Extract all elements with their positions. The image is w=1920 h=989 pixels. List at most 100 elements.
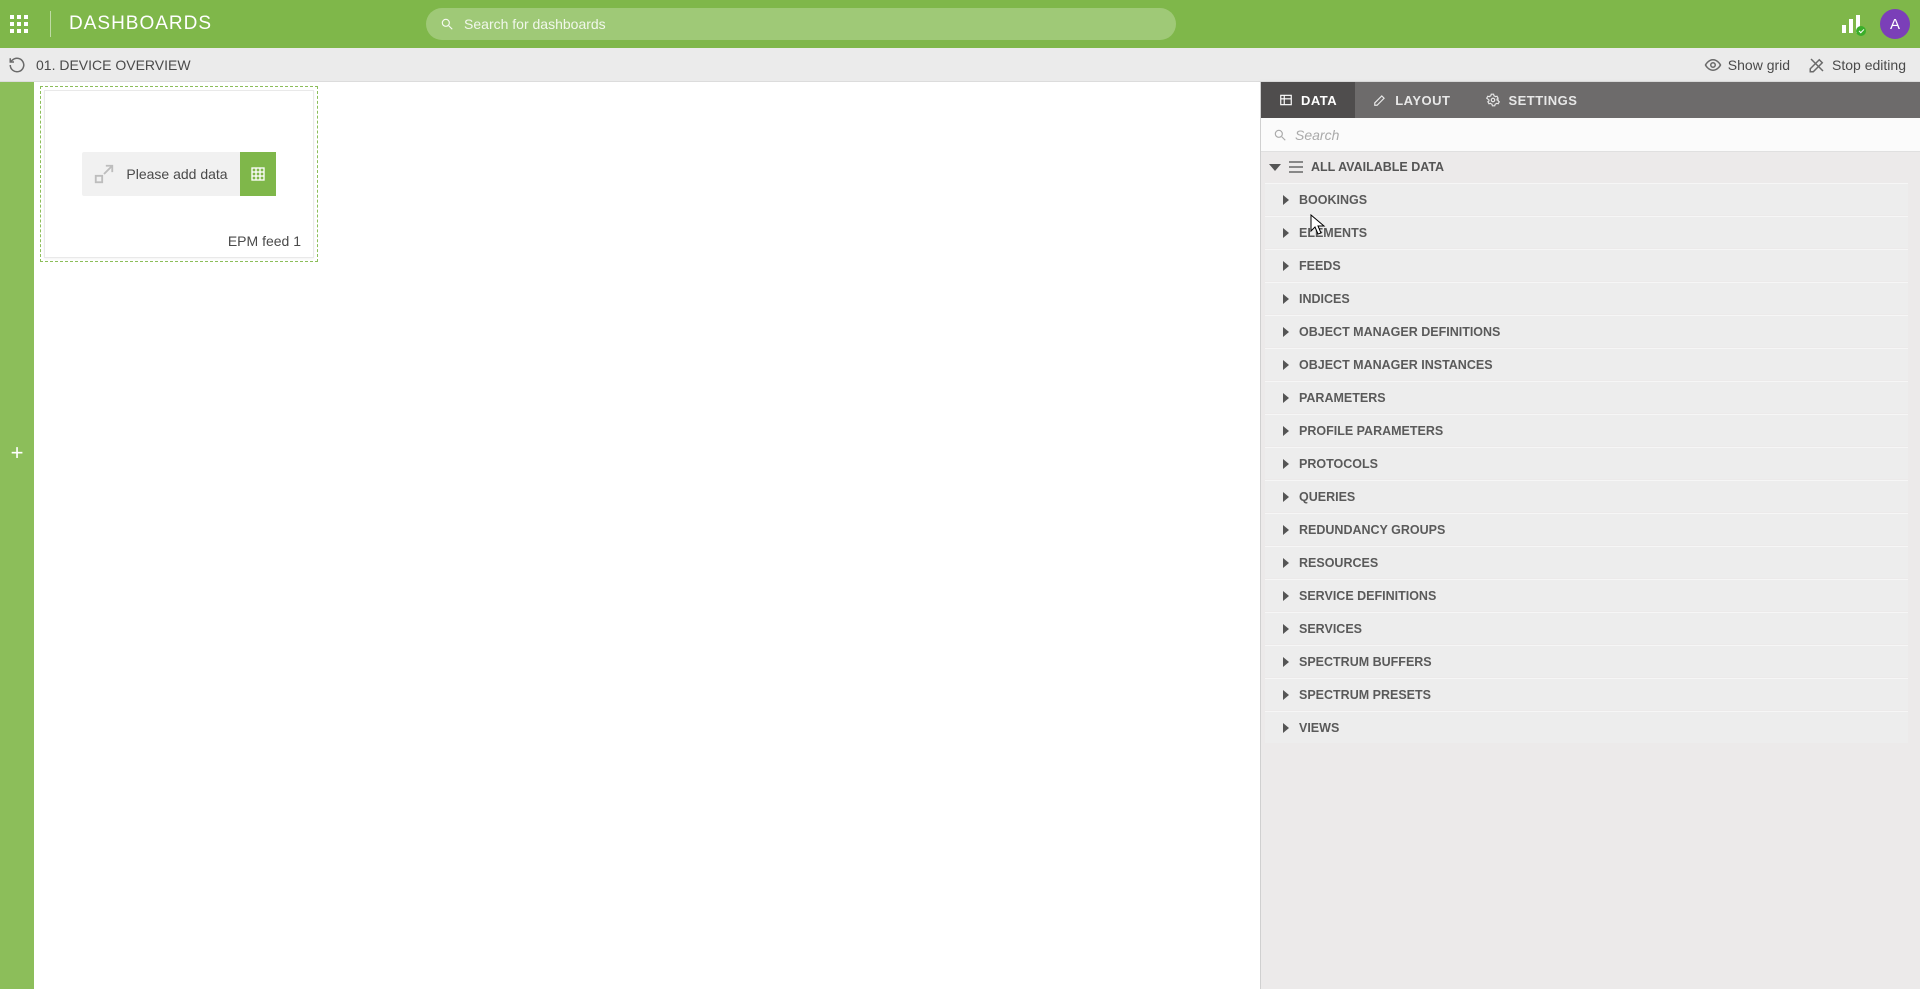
tree-item[interactable]: OBJECT MANAGER DEFINITIONS [1265, 315, 1908, 347]
tree-item-label: SPECTRUM PRESETS [1299, 688, 1431, 702]
tree-item[interactable]: SPECTRUM PRESETS [1265, 678, 1908, 710]
eye-icon [1704, 56, 1722, 74]
chevron-right-icon [1283, 393, 1289, 403]
tree-item[interactable]: OBJECT MANAGER INSTANCES [1265, 348, 1908, 380]
canvas[interactable]: Please add data EPM feed 1 [34, 82, 1260, 989]
stop-editing-button[interactable]: Stop editing [1808, 56, 1906, 74]
tree-item-label: PROTOCOLS [1299, 457, 1378, 471]
search-icon [1273, 128, 1287, 142]
global-search [426, 8, 1176, 40]
panel-search [1261, 118, 1920, 152]
chevron-right-icon [1283, 294, 1289, 304]
data-tree: ALL AVAILABLE DATA BOOKINGS ELEMENTS FEEDS… [1261, 152, 1920, 989]
tab-layout[interactable]: LAYOUT [1355, 82, 1468, 118]
search-icon [440, 17, 454, 31]
add-data-label: Please add data [126, 166, 239, 182]
tree-item[interactable]: FEEDS [1265, 249, 1908, 281]
toolbar: 01. DEVICE OVERVIEW Show grid Stop editi… [0, 48, 1920, 82]
reload-icon[interactable] [8, 56, 26, 74]
tree-item-label: PARAMETERS [1299, 391, 1386, 405]
tab-data[interactable]: DATA [1261, 82, 1355, 118]
tree-item[interactable]: VIEWS [1265, 711, 1908, 743]
tab-data-label: DATA [1301, 93, 1337, 108]
chevron-right-icon [1283, 426, 1289, 436]
chevron-right-icon [1283, 723, 1289, 733]
toolbar-right: Show grid Stop editing [1704, 56, 1912, 74]
tab-layout-label: LAYOUT [1395, 93, 1450, 108]
chevron-right-icon [1283, 195, 1289, 205]
tree-item[interactable]: PARAMETERS [1265, 381, 1908, 413]
search-box[interactable] [426, 8, 1176, 40]
show-grid-button[interactable]: Show grid [1704, 56, 1790, 74]
panel-tabs: DATA LAYOUT SETTINGS [1261, 82, 1920, 118]
left-rail: + [0, 82, 34, 989]
chevron-right-icon [1283, 228, 1289, 238]
tree-item[interactable]: ELEMENTS [1265, 216, 1908, 248]
main: + Please add data E [0, 82, 1920, 989]
chevron-right-icon [1283, 525, 1289, 535]
tree-item-label: SERVICES [1299, 622, 1362, 636]
add-data-pill: Please add data [82, 152, 275, 196]
show-grid-label: Show grid [1728, 57, 1790, 73]
widget-inner: Please add data EPM feed 1 [44, 90, 314, 258]
apps-icon[interactable] [10, 15, 28, 33]
chevron-right-icon [1283, 657, 1289, 667]
tree-item[interactable]: INDICES [1265, 282, 1908, 314]
chevron-down-icon [1269, 164, 1281, 171]
panel-search-input[interactable] [1295, 127, 1908, 143]
dropzone-icon [82, 152, 126, 196]
widget-slot[interactable]: Please add data EPM feed 1 [40, 86, 318, 262]
tree-item-label: ELEMENTS [1299, 226, 1367, 240]
tree-root[interactable]: ALL AVAILABLE DATA [1265, 152, 1908, 182]
tree-item-label: FEEDS [1299, 259, 1341, 273]
check-badge-icon [1856, 26, 1866, 36]
tree-item[interactable]: SERVICE DEFINITIONS [1265, 579, 1908, 611]
user-avatar[interactable]: A [1880, 9, 1910, 39]
tree-item[interactable]: QUERIES [1265, 480, 1908, 512]
stats-icon[interactable] [1842, 15, 1862, 33]
chevron-right-icon [1283, 492, 1289, 502]
chevron-right-icon [1283, 459, 1289, 469]
tab-settings-label: SETTINGS [1508, 93, 1577, 108]
table-icon [1279, 93, 1293, 107]
tree-item-label: PROFILE PARAMETERS [1299, 424, 1443, 438]
header-right: A [1842, 9, 1910, 39]
pencil-icon [1373, 93, 1387, 107]
tree-item[interactable]: SERVICES [1265, 612, 1908, 644]
stop-editing-label: Stop editing [1832, 57, 1906, 73]
chevron-right-icon [1283, 690, 1289, 700]
top-header: DASHBOARDS A [0, 0, 1920, 48]
open-data-button[interactable] [240, 152, 276, 196]
chevron-right-icon [1283, 261, 1289, 271]
tree-item-label: RESOURCES [1299, 556, 1378, 570]
tree-item-label: INDICES [1299, 292, 1350, 306]
tree-item-label: OBJECT MANAGER DEFINITIONS [1299, 325, 1500, 339]
tree-item[interactable]: SPECTRUM BUFFERS [1265, 645, 1908, 677]
dashboard-name: 01. DEVICE OVERVIEW [36, 57, 191, 73]
chevron-right-icon [1283, 360, 1289, 370]
tree-item[interactable]: PROFILE PARAMETERS [1265, 414, 1908, 446]
tree-item[interactable]: BOOKINGS [1265, 183, 1908, 215]
header-divider [50, 11, 51, 37]
tree-item[interactable]: PROTOCOLS [1265, 447, 1908, 479]
widget-caption: EPM feed 1 [228, 233, 301, 249]
right-panel: DATA LAYOUT SETTINGS ALL AVAILABLE DATA … [1260, 82, 1920, 989]
tree-item-label: SERVICE DEFINITIONS [1299, 589, 1436, 603]
tree-item-label: SPECTRUM BUFFERS [1299, 655, 1432, 669]
chevron-right-icon [1283, 624, 1289, 634]
grid-icon [250, 166, 266, 182]
tree-item[interactable]: RESOURCES [1265, 546, 1908, 578]
tree-item-label: VIEWS [1299, 721, 1339, 735]
tree-item-label: QUERIES [1299, 490, 1355, 504]
tree-item-label: REDUNDANCY GROUPS [1299, 523, 1445, 537]
tree-item[interactable]: REDUNDANCY GROUPS [1265, 513, 1908, 545]
pencil-off-icon [1808, 56, 1826, 74]
list-icon [1289, 161, 1303, 173]
chevron-right-icon [1283, 327, 1289, 337]
add-widget-button[interactable]: + [11, 442, 24, 464]
tree-item-label: OBJECT MANAGER INSTANCES [1299, 358, 1493, 372]
tab-settings[interactable]: SETTINGS [1468, 82, 1595, 118]
search-input[interactable] [464, 16, 1162, 32]
tree-root-label: ALL AVAILABLE DATA [1311, 160, 1444, 174]
app-title: DASHBOARDS [69, 13, 212, 35]
